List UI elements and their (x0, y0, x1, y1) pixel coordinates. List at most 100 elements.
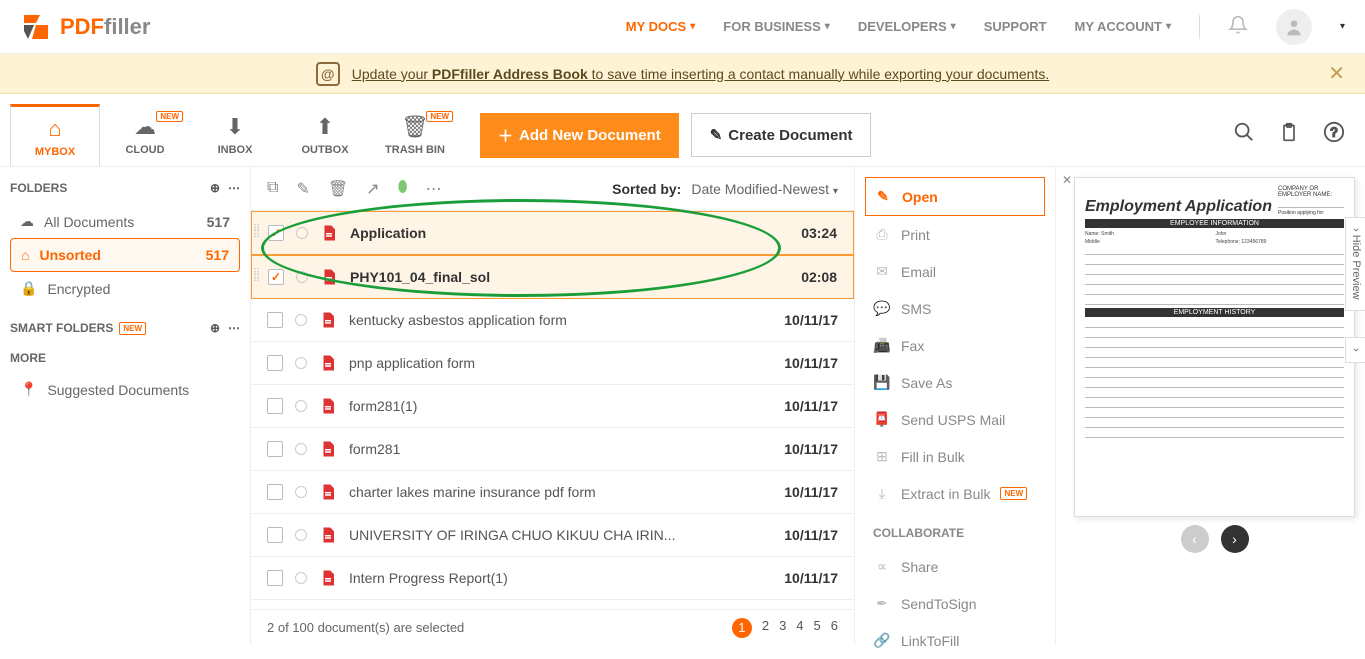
user-avatar[interactable] (1276, 9, 1312, 45)
more-icon[interactable]: ⋯ (228, 321, 240, 335)
action-sms[interactable]: 💬SMS (865, 290, 1045, 327)
delete-icon[interactable]: 🗑 (328, 179, 348, 199)
row-radio[interactable] (295, 443, 307, 455)
tab-trash[interactable]: NEW 🗑 TRASH BIN (370, 104, 460, 166)
folder-encrypted[interactable]: 🔒 Encrypted (10, 272, 240, 305)
pdf-icon (319, 354, 337, 372)
tab-inbox[interactable]: ⬇ INBOX (190, 104, 280, 166)
nav-my-docs[interactable]: MY DOCS ▾ (626, 19, 695, 34)
row-checkbox[interactable] (267, 355, 283, 371)
help-icon[interactable]: ? (1323, 121, 1345, 149)
clipboard-icon[interactable] (1279, 121, 1299, 149)
notifications-icon[interactable] (1228, 15, 1248, 38)
row-radio[interactable] (295, 357, 307, 369)
table-row[interactable]: form281(1)10/11/17 (251, 385, 854, 428)
row-checkbox[interactable] (267, 570, 283, 586)
logo-icon (20, 11, 52, 43)
page-6[interactable]: 6 (831, 618, 838, 638)
preview-next-button[interactable]: › (1221, 525, 1249, 553)
more-icon[interactable]: ⋯ (426, 179, 442, 199)
tab-cloud[interactable]: NEW ☁ CLOUD (100, 104, 190, 166)
search-icon[interactable] (1233, 121, 1255, 149)
pdf-icon (319, 440, 337, 458)
action-fax[interactable]: 📠Fax (865, 327, 1045, 364)
row-radio[interactable] (296, 227, 308, 239)
page-4[interactable]: 4 (796, 618, 803, 638)
action-save-as[interactable]: 💾Save As (865, 364, 1045, 401)
nav-developers[interactable]: DEVELOPERS ▾ (858, 19, 956, 34)
expand-handle[interactable]: › (1345, 337, 1365, 363)
page-2[interactable]: 2 (762, 618, 769, 638)
table-row[interactable]: form28110/11/17 (251, 428, 854, 471)
top-nav: MY DOCS ▾ FOR BUSINESS ▾ DEVELOPERS ▾ SU… (626, 9, 1345, 45)
add-folder-icon[interactable]: ⊕ (210, 181, 220, 195)
rows: ⠿⠿Application03:24⠿⠿PHY101_04_final_sol0… (251, 211, 854, 600)
logo[interactable]: PDFfiller (20, 11, 150, 43)
tab-mybox[interactable]: ⌂ MYBOX (10, 104, 100, 166)
table-row[interactable]: charter lakes marine insurance pdf form1… (251, 471, 854, 514)
suggested-documents[interactable]: 📍 Suggested Documents (10, 373, 240, 406)
hide-preview-handle[interactable]: › Hide Preview (1345, 217, 1365, 311)
row-checkbox[interactable] (267, 398, 283, 414)
preview-field: Position applying for: (1278, 210, 1344, 216)
edit-icon[interactable]: ✎ (296, 179, 309, 199)
preview-prev-button[interactable]: ‹ (1181, 525, 1209, 553)
chevron-down-icon[interactable]: ▾ (1340, 21, 1345, 32)
row-radio[interactable] (295, 572, 307, 584)
nav-for-business[interactable]: FOR BUSINESS ▾ (723, 19, 830, 34)
folder-unsorted[interactable]: ⌂ Unsorted 517 (10, 238, 240, 272)
folder-all-documents[interactable]: ☁ All Documents 517 (10, 205, 240, 238)
action-linktofill[interactable]: 🔗LinkToFill (865, 622, 1045, 659)
table-row[interactable]: ⠿⠿Application03:24 (251, 211, 854, 255)
action-print[interactable]: ⎙Print (865, 216, 1045, 253)
table-row[interactable]: ⠿⠿PHY101_04_final_sol02:08 (251, 255, 854, 299)
action-share[interactable]: ∝Share (865, 548, 1045, 585)
drag-handle[interactable]: ⠿⠿ (253, 271, 260, 283)
page-5[interactable]: 5 (814, 618, 821, 638)
page-3[interactable]: 3 (779, 618, 786, 638)
row-checkbox[interactable] (268, 225, 284, 241)
row-checkbox[interactable] (267, 312, 283, 328)
action-email[interactable]: ✉Email (865, 253, 1045, 290)
row-radio[interactable] (295, 314, 307, 326)
table-row[interactable]: Intern Progress Report(1)10/11/17 (251, 557, 854, 600)
action-sendtosign[interactable]: ✒SendToSign (865, 585, 1045, 622)
row-radio[interactable] (295, 529, 307, 541)
add-folder-icon[interactable]: ⊕ (210, 321, 220, 335)
action-usps[interactable]: 📮Send USPS Mail (865, 401, 1045, 438)
drag-handle[interactable]: ⠿⠿ (253, 227, 260, 239)
tag-icon[interactable]: ⬮ (398, 179, 408, 199)
add-new-document-button[interactable]: ＋Add New Document (480, 113, 679, 158)
folders-heading: FOLDERS (10, 181, 67, 195)
row-checkbox[interactable] (267, 484, 283, 500)
row-date: 10/11/17 (784, 484, 838, 500)
action-fill-bulk[interactable]: ⊞Fill in Bulk (865, 438, 1045, 475)
table-row[interactable]: kentucky asbestos application form10/11/… (251, 299, 854, 342)
table-row[interactable]: UNIVERSITY OF IRINGA CHUO KIKUU CHA IRIN… (251, 514, 854, 557)
nav-my-account[interactable]: MY ACCOUNT ▾ (1075, 19, 1171, 34)
row-checkbox[interactable] (267, 441, 283, 457)
row-radio[interactable] (295, 486, 307, 498)
sort-dropdown[interactable]: Date Modified-Newest ▾ (691, 181, 838, 197)
top-bar: PDFfiller MY DOCS ▾ FOR BUSINESS ▾ DEVEL… (0, 0, 1365, 54)
row-radio[interactable] (295, 400, 307, 412)
copy-icon[interactable]: ⧉ (267, 179, 278, 199)
close-icon[interactable]: ✕ (1328, 61, 1345, 86)
row-radio[interactable] (296, 271, 308, 283)
action-open[interactable]: ✎Open (865, 177, 1045, 216)
close-icon[interactable]: ✕ (1062, 173, 1072, 187)
smart-folders-heading: SMART FOLDERS (10, 321, 113, 335)
action-extract-bulk[interactable]: ⤓Extract in Bulk NEW (865, 475, 1045, 512)
row-checkbox[interactable] (267, 527, 283, 543)
row-checkbox[interactable] (268, 269, 284, 285)
banner-link[interactable]: Update your PDFfiller Address Book to sa… (352, 66, 1049, 82)
move-icon[interactable]: ↗ (366, 179, 379, 199)
create-document-button[interactable]: ✎Create Document (691, 113, 872, 157)
table-row[interactable]: pnp application form10/11/17 (251, 342, 854, 385)
document-preview[interactable]: Employment Application COMPANY OR EMPLOY… (1074, 177, 1355, 517)
more-icon[interactable]: ⋯ (228, 181, 240, 195)
new-badge: NEW (119, 322, 146, 335)
nav-support[interactable]: SUPPORT (984, 19, 1047, 34)
tab-outbox[interactable]: ⬆ OUTBOX (280, 104, 370, 166)
page-1[interactable]: 1 (732, 618, 752, 638)
